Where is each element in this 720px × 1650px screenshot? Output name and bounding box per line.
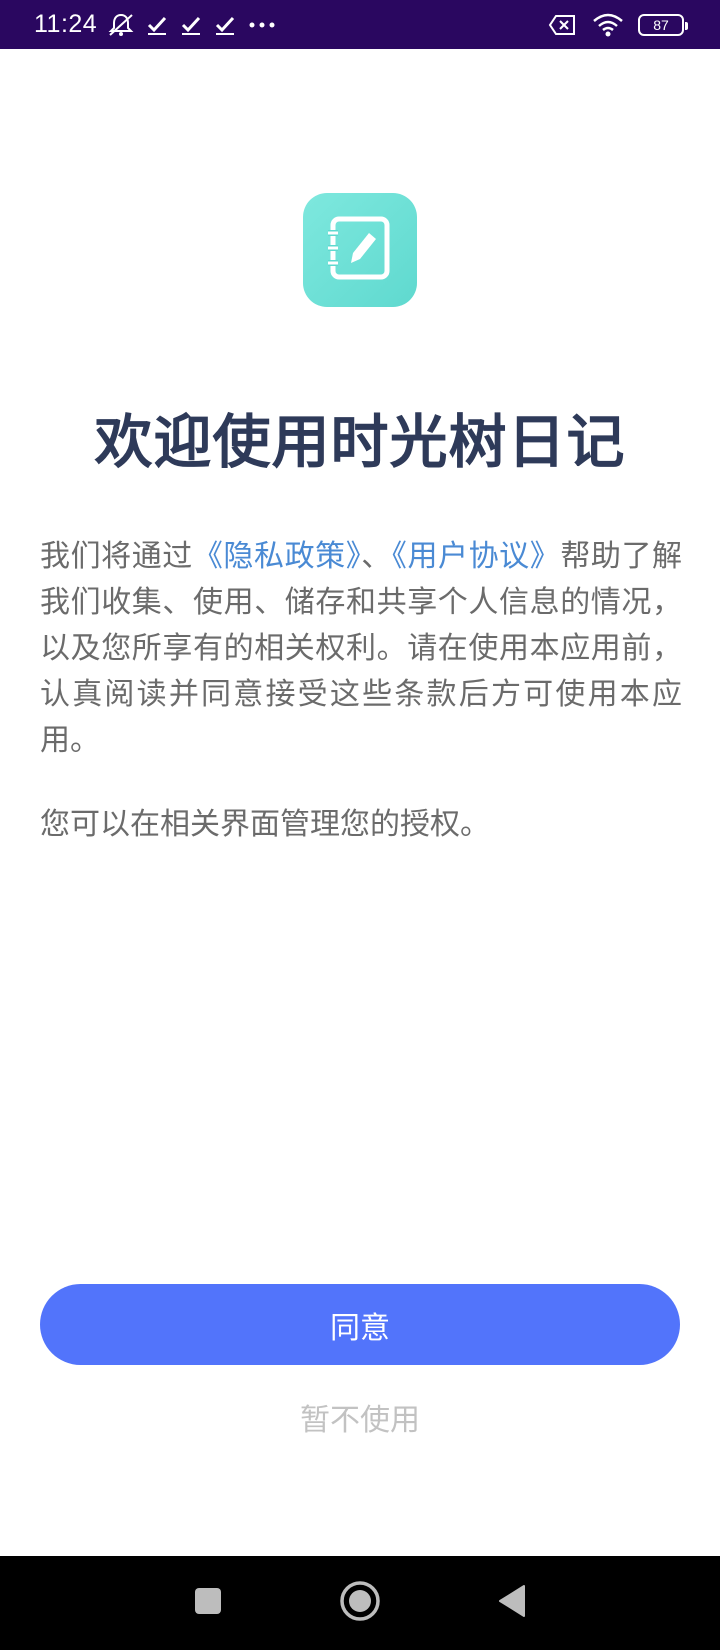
check-icon (179, 13, 203, 37)
check-icon (213, 13, 237, 37)
intro-text-start: 我们将通过 (40, 539, 193, 574)
battery-level: 87 (653, 16, 669, 33)
wifi-icon (592, 13, 624, 37)
status-left-group: 11:24 (34, 10, 277, 39)
link-separator: 、 (361, 539, 392, 574)
agree-button[interactable]: 同意 (40, 1284, 680, 1365)
privacy-intro-text: 我们将通过《隐私政策》、《用户协议》帮助了解我们收集、使用、储存和共享个人信息的… (40, 534, 682, 764)
check-icon (145, 13, 169, 37)
navigation-bar (0, 1556, 720, 1650)
recents-button[interactable] (180, 1575, 236, 1631)
sim-off-icon (548, 13, 578, 37)
notebook-edit-icon (325, 213, 395, 287)
mute-notification-icon (107, 12, 135, 38)
recents-square-icon (193, 1586, 223, 1620)
status-right-group: 87 (548, 13, 688, 37)
user-agreement-link[interactable]: 《用户协议》 (392, 539, 560, 574)
more-dots-icon (247, 13, 277, 37)
battery-icon: 87 (638, 13, 688, 36)
status-time: 11:24 (34, 10, 98, 38)
home-button[interactable] (332, 1575, 388, 1631)
back-button[interactable] (484, 1575, 540, 1631)
app-logo (303, 193, 417, 307)
home-circle-icon (339, 1580, 381, 1626)
page-title: 欢迎使用时光树日记 (94, 408, 626, 476)
authorization-note-text: 您可以在相关界面管理您的授权。 (40, 807, 490, 842)
privacy-policy-link[interactable]: 《隐私政策》 (193, 539, 361, 574)
status-bar: 11:24 87 (0, 0, 720, 49)
back-triangle-icon (496, 1584, 528, 1622)
decline-button[interactable]: 暂不使用 (260, 1392, 460, 1442)
